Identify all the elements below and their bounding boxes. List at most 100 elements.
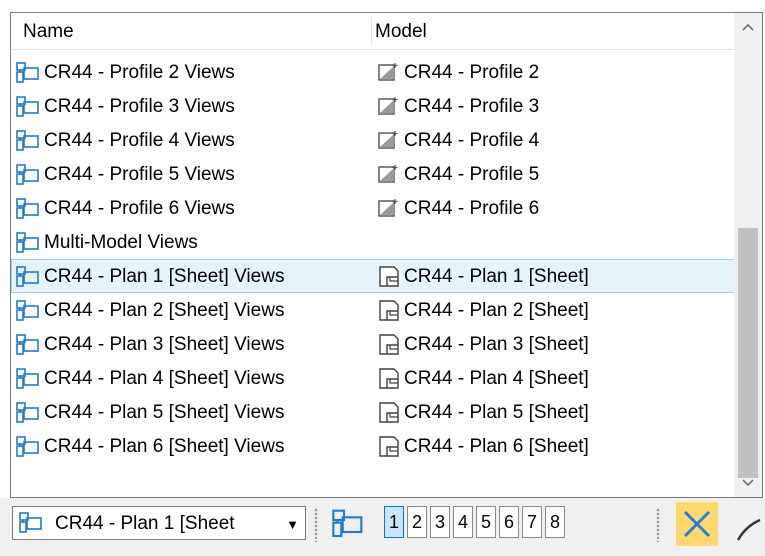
view-page-button-4[interactable]: 4 <box>453 506 473 538</box>
vertical-scrollbar[interactable] <box>734 13 762 497</box>
view-name-label: CR44 - Plan 1 [Sheet] Views <box>44 266 285 287</box>
views-icon <box>16 334 40 356</box>
view-name-label: CR44 - Profile 6 Views <box>44 198 235 219</box>
sheet-model-icon <box>378 368 400 390</box>
views-button[interactable] <box>326 504 370 544</box>
list-item[interactable]: CR44 - Profile 5 Views CR44 - Profile 5 <box>11 157 735 191</box>
view-page-button-3[interactable]: 3 <box>430 506 450 538</box>
dropdown-arrow-icon[interactable]: ▼ <box>286 517 299 532</box>
list-item[interactable]: CR44 - Profile 4 Views CR44 - Profile 4 <box>11 123 735 157</box>
model-cell: CR44 - Plan 6 [Sheet] <box>378 436 589 458</box>
view-page-button-5[interactable]: 5 <box>476 506 496 538</box>
list-item[interactable]: CR44 - Plan 2 [Sheet] Views CR44 - Plan 2… <box>11 293 735 327</box>
model-cell: CR44 - Plan 1 [Sheet] <box>378 266 589 288</box>
toolbar-grip[interactable] <box>656 508 660 542</box>
views-icon <box>332 509 363 538</box>
sheet-model-icon <box>378 436 400 458</box>
view-name-label: CR44 - Plan 2 [Sheet] Views <box>44 300 285 321</box>
view-page-button-1[interactable]: 1 <box>384 506 404 538</box>
tool-icon[interactable] <box>736 516 762 548</box>
view-name-cell: CR44 - Plan 2 [Sheet] Views <box>16 300 284 322</box>
views-icon <box>16 164 40 186</box>
column-header-model[interactable]: Model <box>375 21 427 43</box>
views-icon <box>16 402 40 424</box>
view-page-button-2[interactable]: 2 <box>407 506 427 538</box>
view-name-cell: CR44 - Plan 5 [Sheet] Views <box>16 402 284 424</box>
list-item[interactable]: CR44 - Profile 3 Views CR44 - Profile 3 <box>11 89 735 123</box>
model-cell: CR44 - Plan 5 [Sheet] <box>378 402 589 424</box>
view-name-label: Multi-Model Views <box>44 232 198 253</box>
model-cell: CR44 - Profile 5 <box>378 164 539 186</box>
view-selector-value: CR44 - Plan 1 [Sheet <box>55 513 235 534</box>
sheet-model-icon <box>378 266 400 288</box>
views-icon <box>16 368 40 390</box>
view-name-label: CR44 - Profile 4 Views <box>44 130 235 151</box>
view-name-label: CR44 - Profile 2 Views <box>44 62 235 83</box>
sheet-model-icon <box>378 334 400 356</box>
views-icon <box>16 266 40 288</box>
model-label: CR44 - Plan 6 [Sheet] <box>404 436 589 457</box>
profile-model-icon <box>378 164 400 186</box>
view-name-label: CR44 - Plan 3 [Sheet] Views <box>44 334 285 355</box>
model-label: CR44 - Plan 2 [Sheet] <box>404 300 589 321</box>
views-icon <box>16 198 40 220</box>
view-page-button-8[interactable]: 8 <box>545 506 565 538</box>
views-icon <box>19 512 43 534</box>
scroll-up-button[interactable] <box>734 13 762 41</box>
list-item[interactable]: CR44 - Profile 2 Views CR44 - Profile 2 <box>11 55 735 89</box>
view-name-cell: CR44 - Plan 4 [Sheet] Views <box>16 368 284 390</box>
list-item[interactable]: Multi-Model Views <box>11 225 735 259</box>
views-icon <box>16 130 40 152</box>
toolbar-grip[interactable] <box>314 508 318 542</box>
list-header: Name Model <box>11 13 735 50</box>
profile-model-icon <box>378 62 400 84</box>
view-selector-combo[interactable]: CR44 - Plan 1 [Sheet ▼ <box>12 506 306 540</box>
close-icon <box>683 510 711 538</box>
view-page-button-7[interactable]: 7 <box>522 506 542 538</box>
views-icon <box>16 300 40 322</box>
close-views-button[interactable] <box>676 502 718 546</box>
view-name-cell: CR44 - Profile 4 Views <box>16 130 235 152</box>
view-name-cell: CR44 - Profile 3 Views <box>16 96 235 118</box>
view-name-cell: CR44 - Plan 3 [Sheet] Views <box>16 334 284 356</box>
sheet-model-icon <box>378 402 400 424</box>
column-header-name[interactable]: Name <box>23 21 74 43</box>
view-name-label: CR44 - Plan 4 [Sheet] Views <box>44 368 285 389</box>
model-cell: CR44 - Profile 3 <box>378 96 539 118</box>
model-label: CR44 - Profile 3 <box>404 96 540 117</box>
views-icon <box>16 436 40 458</box>
list-item[interactable]: CR44 - Plan 5 [Sheet] Views CR44 - Plan 5… <box>11 395 735 429</box>
list-item[interactable]: CR44 - Plan 3 [Sheet] Views CR44 - Plan 3… <box>11 327 735 361</box>
profile-model-icon <box>378 130 400 152</box>
view-name-cell: CR44 - Profile 6 Views <box>16 198 235 220</box>
chevron-down-icon <box>742 479 754 487</box>
model-cell: CR44 - Plan 2 [Sheet] <box>378 300 589 322</box>
list-item[interactable]: CR44 - Plan 4 [Sheet] Views CR44 - Plan 4… <box>11 361 735 395</box>
scrollbar-thumb[interactable] <box>738 228 758 478</box>
list-item[interactable]: CR44 - Plan 1 [Sheet] Views CR44 - Plan 1… <box>11 259 735 293</box>
model-cell: CR44 - Profile 2 <box>378 62 539 84</box>
view-name-cell: CR44 - Plan 1 [Sheet] Views <box>16 266 284 288</box>
view-name-cell: CR44 - Plan 6 [Sheet] Views <box>16 436 284 458</box>
views-icon <box>16 232 40 254</box>
view-name-label: CR44 - Plan 5 [Sheet] Views <box>44 402 285 423</box>
column-divider[interactable] <box>371 17 372 45</box>
list-item[interactable]: CR44 - Profile 6 Views CR44 - Profile 6 <box>11 191 735 225</box>
model-label: CR44 - Profile 2 <box>404 62 540 83</box>
model-label: CR44 - Plan 5 [Sheet] <box>404 402 589 423</box>
model-label: CR44 - Plan 1 [Sheet] <box>404 266 589 287</box>
model-label: CR44 - Profile 4 <box>404 130 540 151</box>
profile-model-icon <box>378 198 400 220</box>
view-name-label: CR44 - Plan 6 [Sheet] Views <box>44 436 285 457</box>
view-name-cell: CR44 - Profile 5 Views <box>16 164 235 186</box>
scroll-down-button[interactable] <box>734 469 762 497</box>
list-item[interactable]: CR44 - Plan 6 [Sheet] Views CR44 - Plan 6… <box>11 429 735 463</box>
view-name-label: CR44 - Profile 5 Views <box>44 164 235 185</box>
model-label: CR44 - Profile 6 <box>404 198 540 219</box>
view-toolbar: CR44 - Plan 1 [Sheet ▼ 12345678 <box>0 498 765 556</box>
view-list: CR44 - Profile 2 Views CR44 - Profile 2 CR… <box>11 55 735 463</box>
view-page-button-6[interactable]: 6 <box>499 506 519 538</box>
model-cell: CR44 - Profile 6 <box>378 198 539 220</box>
model-cell: CR44 - Profile 4 <box>378 130 539 152</box>
views-icon <box>16 62 40 84</box>
